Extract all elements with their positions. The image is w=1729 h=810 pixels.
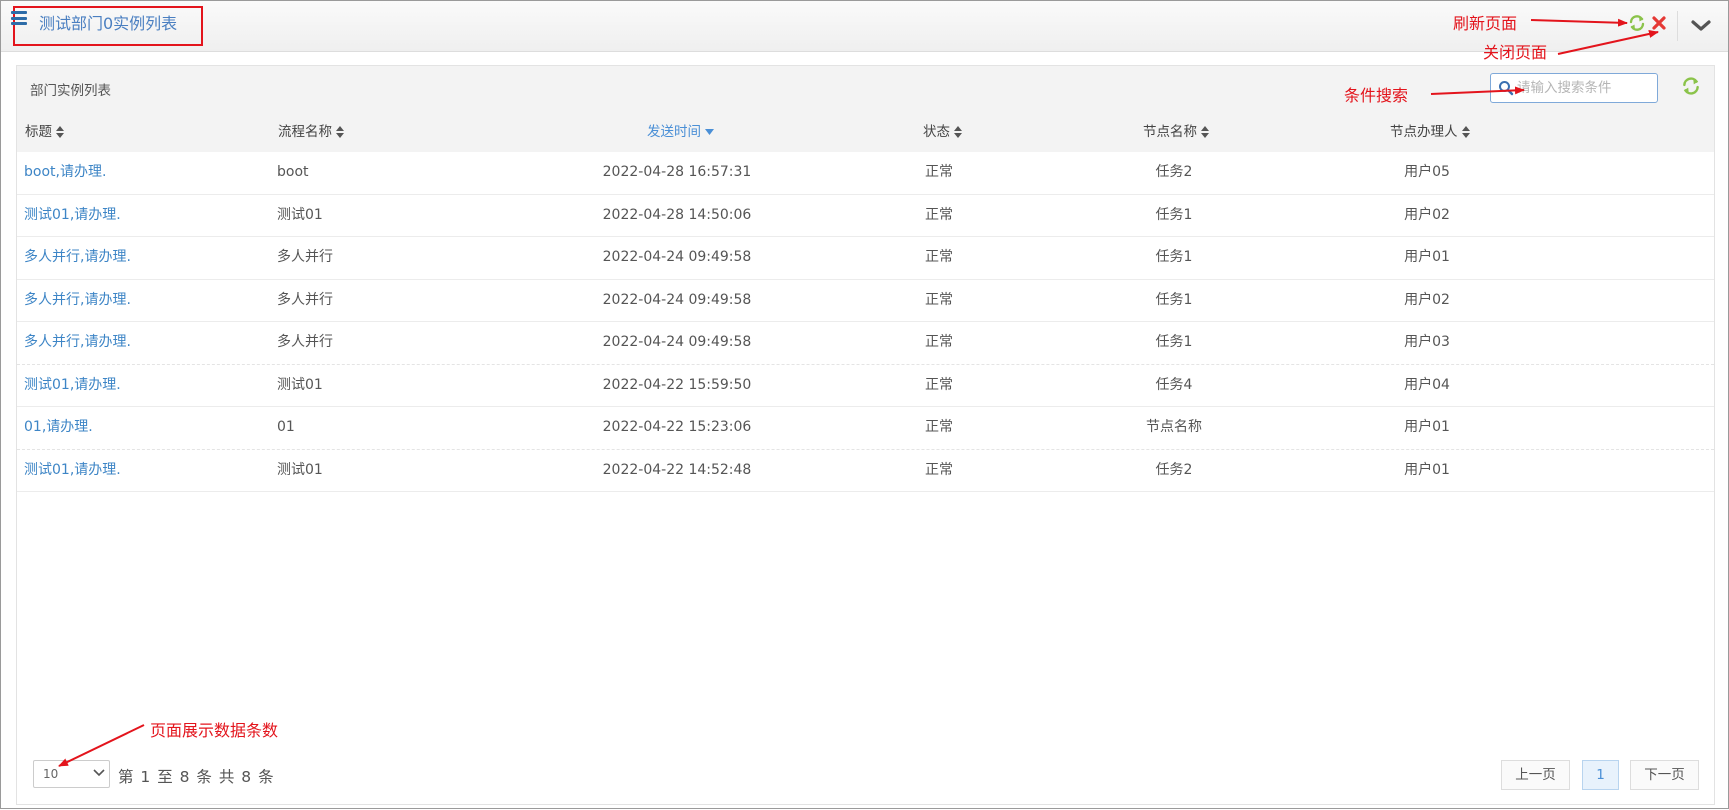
row-status: 正常 xyxy=(925,461,953,478)
row-node: 任务4 xyxy=(1155,376,1193,393)
row-process: 测试01 xyxy=(277,461,323,478)
panel-header: 部门实例列表 xyxy=(17,66,1714,112)
table-refresh-icon[interactable] xyxy=(1681,76,1701,96)
row-title-link[interactable]: 测试01,请办理. xyxy=(24,195,121,237)
row-status: 正常 xyxy=(925,164,953,180)
page-size-value: 10 xyxy=(43,767,59,781)
row-title-link[interactable]: 多人并行,请办理. xyxy=(24,280,131,322)
table-row: 多人并行,请办理. 多人并行 2022-04-24 09:49:58 正常 任务… xyxy=(17,322,1714,365)
instance-list-panel: 部门实例列表 标题 流程 xyxy=(16,65,1715,805)
search-input[interactable] xyxy=(1517,78,1653,98)
row-title-link[interactable]: 测试01,请办理. xyxy=(24,365,121,407)
row-process: 01 xyxy=(277,419,295,435)
table-row: 测试01,请办理. 测试01 2022-04-22 15:59:50 正常 任务… xyxy=(17,365,1714,407)
table-row: 多人并行,请办理. 多人并行 2022-04-24 09:49:58 正常 任务… xyxy=(17,280,1714,322)
row-node: 节点名称 xyxy=(1146,419,1202,435)
menu-icon[interactable] xyxy=(11,11,27,25)
row-status: 正常 xyxy=(925,334,953,350)
prev-page-button[interactable]: 上一页 xyxy=(1501,760,1570,790)
row-send-time: 2022-04-24 09:49:58 xyxy=(602,334,752,350)
chevron-down-icon[interactable] xyxy=(1686,15,1716,37)
row-handler: 用户01 xyxy=(1404,461,1450,478)
column-header-title[interactable]: 标题 xyxy=(25,112,64,152)
row-title-link[interactable]: 01,请办理. xyxy=(24,407,93,449)
annotation-close: 关闭页面 xyxy=(1483,43,1548,62)
chevron-down-icon xyxy=(93,769,105,777)
row-title-link[interactable]: 测试01,请办理. xyxy=(24,450,121,492)
table-row: 测试01,请办理. 测试01 2022-04-22 14:52:48 正常 任务… xyxy=(17,450,1714,492)
table-row: boot,请办理. boot 2022-04-28 16:57:31 正常 任务… xyxy=(17,152,1714,195)
table-row: 多人并行,请办理. 多人并行 2022-04-24 09:49:58 正常 任务… xyxy=(17,237,1714,280)
row-process: 测试01 xyxy=(277,376,323,393)
page-title: 测试部门0实例列表 xyxy=(39,14,178,33)
row-node: 任务2 xyxy=(1155,164,1193,180)
row-title-link[interactable]: 多人并行,请办理. xyxy=(24,237,131,279)
row-send-time: 2022-04-22 15:23:06 xyxy=(602,419,752,435)
column-header-node[interactable]: 节点名称 xyxy=(1143,112,1209,152)
column-header-send-time[interactable]: 发送时间 xyxy=(647,112,714,152)
row-handler: 用户02 xyxy=(1404,206,1450,223)
search-box[interactable] xyxy=(1490,73,1658,103)
sort-icon xyxy=(1461,126,1470,138)
row-process: 多人并行 xyxy=(277,291,333,308)
row-handler: 用户03 xyxy=(1404,334,1450,350)
sort-icon xyxy=(1201,126,1209,138)
panel-title: 部门实例列表 xyxy=(30,83,111,99)
row-handler: 用户02 xyxy=(1404,291,1450,308)
search-icon xyxy=(1498,80,1514,96)
row-process: 多人并行 xyxy=(277,249,333,265)
page-button-current[interactable]: 1 xyxy=(1582,760,1619,790)
row-status: 正常 xyxy=(925,291,953,308)
annotation-search: 条件搜索 xyxy=(1344,86,1409,105)
row-handler: 用户04 xyxy=(1404,376,1450,393)
annotation-page-size: 页面展示数据条数 xyxy=(150,721,279,740)
row-process: boot xyxy=(277,164,309,180)
row-status: 正常 xyxy=(925,249,953,265)
page-size-select[interactable]: 10 xyxy=(33,760,110,788)
row-node: 任务1 xyxy=(1155,249,1193,265)
row-send-time: 2022-04-28 16:57:31 xyxy=(602,164,752,180)
row-send-time: 2022-04-22 14:52:48 xyxy=(602,461,752,478)
table-row: 测试01,请办理. 测试01 2022-04-28 14:50:06 正常 任务… xyxy=(17,195,1714,237)
row-handler: 用户05 xyxy=(1404,164,1450,180)
table-header: 标题 流程名称 发送时间 状态 节点名称 节点办理人 xyxy=(17,112,1714,152)
row-node: 任务1 xyxy=(1155,334,1193,350)
row-node: 任务1 xyxy=(1155,291,1193,308)
row-send-time: 2022-04-24 09:49:58 xyxy=(602,249,752,265)
row-status: 正常 xyxy=(925,419,953,435)
row-send-time: 2022-04-22 15:59:50 xyxy=(602,376,752,393)
toolbar-divider xyxy=(1677,11,1678,41)
row-status: 正常 xyxy=(925,376,953,393)
row-process: 测试01 xyxy=(277,206,323,223)
row-title-link[interactable]: boot,请办理. xyxy=(24,152,106,194)
sort-desc-icon xyxy=(705,129,714,135)
row-handler: 用户01 xyxy=(1404,249,1450,265)
next-page-button[interactable]: 下一页 xyxy=(1630,760,1699,790)
row-node: 任务1 xyxy=(1155,206,1193,223)
column-header-handler[interactable]: 节点办理人 xyxy=(1390,112,1470,152)
row-node: 任务2 xyxy=(1155,461,1193,478)
column-header-process[interactable]: 流程名称 xyxy=(278,112,344,152)
column-header-status[interactable]: 状态 xyxy=(923,112,962,152)
sort-icon xyxy=(954,126,962,138)
annotation-refresh: 刷新页面 xyxy=(1453,14,1518,33)
close-icon[interactable] xyxy=(1650,14,1668,32)
row-process: 多人并行 xyxy=(277,334,333,350)
sort-icon xyxy=(336,126,344,138)
row-send-time: 2022-04-24 09:49:58 xyxy=(602,291,752,308)
table-row: 01,请办理. 01 2022-04-22 15:23:06 正常 节点名称 用… xyxy=(17,407,1714,450)
row-handler: 用户01 xyxy=(1404,419,1450,435)
app-window: 测试部门0实例列表 部门实例列表 请输入搜索条件 标题 流程名称 发送时间 状态… xyxy=(0,0,1729,809)
refresh-icon[interactable] xyxy=(1628,14,1646,32)
table-body: boot,请办理. boot 2022-04-28 16:57:31 正常 任务… xyxy=(17,152,1714,492)
row-status: 正常 xyxy=(925,206,953,223)
page-info: 第 1 至 8 条 共 8 条 xyxy=(118,768,275,786)
row-send-time: 2022-04-28 14:50:06 xyxy=(602,206,752,223)
row-title-link[interactable]: 多人并行,请办理. xyxy=(24,322,131,364)
sort-icon xyxy=(56,126,64,138)
